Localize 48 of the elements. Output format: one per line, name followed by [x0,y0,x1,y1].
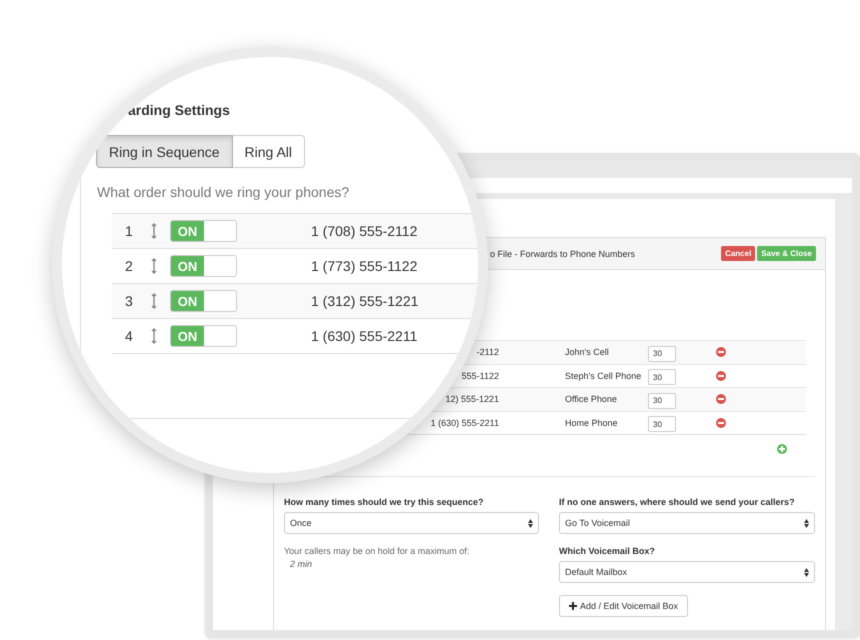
order-number: 2 [124,258,134,274]
name-cell-text: John's Cell [564,347,610,358]
select-caret-icon [528,518,533,528]
field-label: Which Voicemail Box? [559,546,656,556]
phone-number: 1 (312) 555-1221 [311,293,418,309]
phone-number: 1 (708) 555-2112 [311,223,418,239]
select-caret-icon [804,568,809,576]
phone-cell-text: -2112 [476,347,499,358]
add-icon[interactable] [777,444,787,454]
seconds-field[interactable]: 30 [648,369,676,385]
seconds-field[interactable]: 30 [648,416,676,432]
phone-cell-text: 12) 555-1221 [444,394,499,404]
seconds-field[interactable]: 30 [648,392,676,408]
name-cell-text: Steph's Cell Phone [564,370,642,381]
up-down-arrow-icon[interactable] [151,223,157,239]
field-label: How many times should we try this sequence? [284,497,485,507]
name-cell-text: Home Phone [564,418,619,428]
remove-icon[interactable] [716,418,726,428]
up-down-arrow-icon[interactable] [151,293,157,309]
phone-number: 1 (630) 555-2211 [311,328,418,344]
hold-note: Your callers may be on hold for a maximum of: [284,546,470,556]
remove-icon[interactable] [716,394,726,404]
remove-icon[interactable] [716,347,726,358]
phone-number: 1 (773) 555-1122 [311,258,418,274]
panel-title: o File - Forwards to Phone Numbers [490,248,636,258]
remove-icon[interactable] [716,370,726,381]
field-label: If no one answers, where should we send your callers? [559,497,796,507]
ring-mode-tab[interactable]: Ring in Sequence [96,135,233,168]
mailbox-select[interactable]: Default Mailbox [559,561,815,583]
name-cell-text: Office Phone [564,394,618,404]
phone-cell-text: 555-1122 [460,370,499,381]
seconds-field[interactable]: 30 [648,346,676,362]
order-number: 4 [124,328,134,344]
up-down-arrow-icon[interactable] [151,258,157,274]
cancel-button[interactable]: Cancel [721,246,756,261]
plus-icon [569,602,577,610]
phone-cell-text: 1 (630) 555-2211 [430,418,499,428]
question-text: What order should we ring your phones? [97,184,350,200]
hold-time: 2 min [290,559,314,569]
tries-select[interactable]: Once [284,512,539,534]
ring-mode-tab[interactable]: Ring All [232,135,305,168]
select-caret-icon [804,518,809,528]
up-down-arrow-icon[interactable] [151,328,157,344]
fallback-select[interactable]: Go To Voicemail [559,512,815,534]
add-mailbox-button[interactable]: Add / Edit Voicemail Box [559,595,688,617]
section-heading: arding Settings [128,102,230,118]
order-number: 1 [124,223,134,239]
order-number: 3 [124,293,134,309]
